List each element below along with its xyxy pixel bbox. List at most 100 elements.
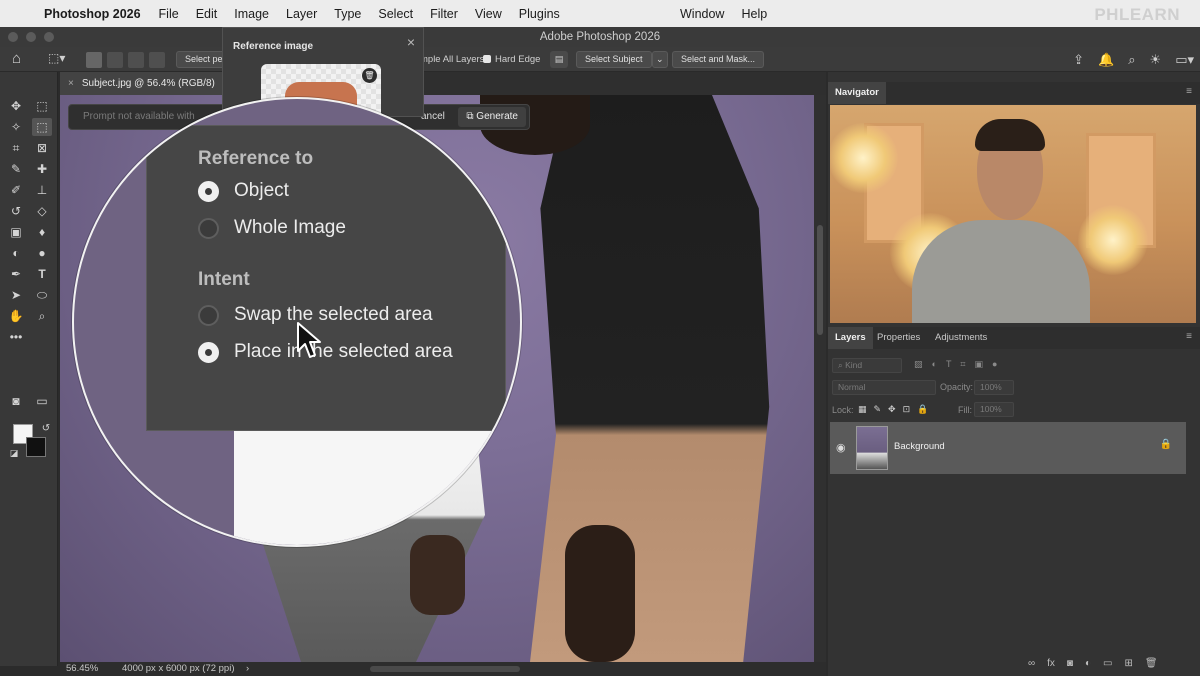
healing-tool-icon[interactable]: ✚ [32,160,52,178]
stamp-tool-icon[interactable]: ⊥ [32,181,52,199]
menu-file[interactable]: File [159,7,179,21]
fill-field[interactable]: 100% [974,402,1014,417]
zoom-tool-icon[interactable]: ⌕ [32,307,52,325]
ellipse-tool-icon[interactable]: ⬭ [32,286,52,304]
cancel-button[interactable]: ancel [421,111,445,122]
opacity-field[interactable]: 100% [974,380,1014,395]
menu-select[interactable]: Select [378,7,413,21]
lamp-light [1078,205,1148,275]
radio-whole-image[interactable]: Whole Image [198,217,346,239]
close-icon[interactable]: × [407,34,415,50]
refine-icon[interactable]: ▤ [550,51,568,68]
eyedropper-tool-icon[interactable]: ✎ [6,160,26,178]
menu-type[interactable]: Type [334,7,361,21]
generate-button[interactable]: ⧉ Generate [458,107,526,127]
tab-layers[interactable]: Layers [828,327,873,349]
generate-icon: ⧉ [466,111,477,122]
lock-icons[interactable]: ▦✎✥⊡🔒 [858,404,935,415]
horizontal-scrollbar[interactable] [370,666,520,672]
trash-icon[interactable]: 🗑 [362,68,377,83]
new-selection-icon[interactable] [86,52,102,68]
path-selection-icon[interactable]: ➤ [6,286,26,304]
lasso-tool-icon[interactable]: ✧ [6,118,26,136]
navigator-preview[interactable] [830,105,1196,323]
share-icon[interactable]: ⇪ [1073,52,1084,68]
menu-window[interactable]: Window [680,7,724,21]
tab-navigator[interactable]: Navigator [828,82,886,104]
type-tool-icon[interactable]: T [32,265,52,283]
menu-plugins[interactable]: Plugins [519,7,560,21]
canvas-vertical-scrollbar[interactable] [814,95,826,662]
select-and-mask-button[interactable]: Select and Mask... [672,51,765,68]
object-selection-tool-icon[interactable]: ⬚ [32,118,52,136]
chevron-down-icon[interactable]: ⌄ [652,51,668,68]
chevron-right-icon[interactable]: › [246,662,249,676]
new-layer-icon[interactable]: ⊞ [1124,658,1132,669]
panel-menu-icon[interactable]: ≡ [1186,86,1192,97]
scrollbar-thumb[interactable] [817,225,823,335]
history-brush-icon[interactable]: ↺ [6,202,26,220]
quick-mask-icon[interactable]: ◙ [6,392,26,410]
minimize-window-button[interactable] [26,32,36,42]
swap-colors-icon[interactable]: ↺ [36,420,56,438]
blur-tool-icon[interactable]: ♦ [32,223,52,241]
add-selection-icon[interactable] [107,52,123,68]
app-menu[interactable]: Photoshop 2026 [44,7,141,21]
menu-help[interactable]: Help [741,7,767,21]
default-colors-icon[interactable]: ◪ [4,444,24,462]
menu-image[interactable]: Image [234,7,269,21]
crop-tool-icon[interactable]: ⌗ [6,139,26,157]
zoom-window-button[interactable] [44,32,54,42]
move-tool-icon[interactable]: ✥ [6,97,26,115]
sample-all-layers-checkbox[interactable]: mple All Layers [420,54,484,65]
zoom-level[interactable]: 56.45% [66,662,98,676]
eraser-tool-icon[interactable]: ◇ [32,202,52,220]
close-tab-icon[interactable]: × [68,78,74,89]
home-icon[interactable]: ⌂ [12,50,21,67]
kind-filter[interactable]: ⌕ Kind [832,358,902,373]
screen-mode-icon[interactable]: ▭ [32,392,52,410]
menu-edit[interactable]: Edit [196,7,218,21]
close-window-button[interactable] [8,32,18,42]
search-icon[interactable]: ⌕ [1128,52,1135,68]
frame-tool-icon[interactable]: ⊠ [32,139,52,157]
filter-type-icons[interactable]: ▨◐T⌗▣● [914,359,1006,370]
menu-layer[interactable]: Layer [286,7,317,21]
tab-adjustments[interactable]: Adjustments [928,327,994,349]
hand-tool-icon[interactable]: ✋ [6,307,26,325]
blend-mode-select[interactable]: Normal [832,380,936,395]
fx-icon[interactable]: fx [1047,658,1055,669]
gradient-tool-icon[interactable]: ▣ [6,223,26,241]
pen-tool-icon[interactable]: ✒ [6,265,26,283]
sponge-tool-icon[interactable]: ● [32,244,52,262]
document-tab[interactable]: × Subject.jpg @ 56.4% (RGB/8) [60,72,225,95]
workspace-icon[interactable]: ▭▾ [1175,52,1194,68]
trash-icon[interactable]: 🗑 [1145,658,1158,669]
intersect-selection-icon[interactable] [149,52,165,68]
tab-properties[interactable]: Properties [870,327,927,349]
link-icon[interactable]: ∞ [1028,658,1035,669]
edit-toolbar-icon[interactable] [6,417,26,435]
adjustment-icon[interactable]: ◐ [1085,658,1091,669]
lightbulb-icon[interactable]: ☀ [1150,52,1162,68]
background-color-swatch[interactable] [26,437,46,457]
eye-icon[interactable]: ◉ [836,441,846,454]
select-subject-button[interactable]: Select Subject [576,51,652,68]
radio-object[interactable]: Object [198,180,289,202]
mask-icon[interactable]: ◙ [1067,658,1073,669]
lock-icon[interactable]: 🔒 [1160,439,1172,450]
brush-tool-icon[interactable]: ✐ [6,181,26,199]
more-tools-icon[interactable]: ••• [6,328,26,346]
prompt-input[interactable]: Prompt not available with [83,111,195,122]
bell-icon[interactable]: 🔔 [1098,52,1114,68]
menu-view[interactable]: View [475,7,502,21]
marquee-tool-icon[interactable]: ⬚ [32,97,52,115]
subtract-selection-icon[interactable] [128,52,144,68]
dodge-tool-icon[interactable]: ◐ [6,244,26,262]
folder-icon[interactable]: ▭ [1103,658,1112,669]
panel-menu-icon[interactable]: ≡ [1186,331,1192,342]
hard-edge-checkbox[interactable]: Hard Edge [483,54,540,65]
menu-filter[interactable]: Filter [430,7,458,21]
layer-row-background[interactable]: ◉ Background 🔒 [830,422,1186,474]
tool-preset-icon[interactable]: ⬚▾ [48,51,65,65]
